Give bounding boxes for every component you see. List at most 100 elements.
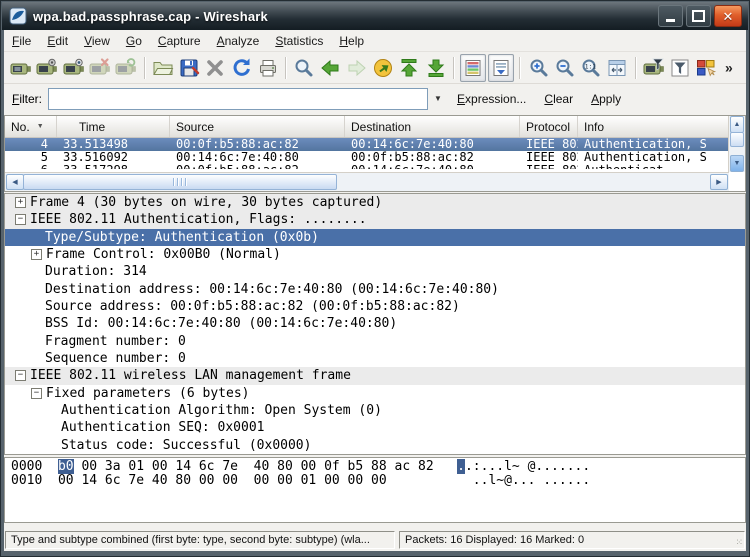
column-header-source[interactable]: Source: [170, 116, 345, 137]
find-packet-button[interactable]: [291, 54, 317, 82]
scroll-down-button[interactable]: ▼: [730, 155, 744, 172]
autoscroll-button[interactable]: [488, 54, 514, 82]
vertical-scroll-thumb[interactable]: [730, 132, 744, 147]
detail-row[interactable]: +Frame Control: 0x00B0 (Normal): [5, 246, 745, 263]
packet-row-6[interactable]: 633.51729800:0f:b5:88:ac:8200:14:6c:7e:4…: [5, 164, 745, 169]
clear-button[interactable]: Clear: [535, 89, 582, 109]
title-bar[interactable]: wpa.bad.passphrase.cap - Wireshark ✕: [2, 2, 748, 30]
menu-help[interactable]: Help: [331, 32, 372, 50]
detail-row[interactable]: Source address: 00:0f:b5:88:ac:82 (00:0f…: [5, 298, 745, 315]
resize-grip[interactable]: ⁙: [735, 537, 744, 548]
menu-capture[interactable]: Capture: [150, 32, 209, 50]
menu-edit[interactable]: Edit: [39, 32, 76, 50]
detail-row[interactable]: Fragment number: 0: [5, 333, 745, 350]
minimize-button[interactable]: [658, 5, 683, 27]
column-header-time[interactable]: Time: [57, 116, 170, 137]
status-bar: Type and subtype combined (first byte: t…: [4, 528, 746, 551]
capture-restart-button[interactable]: [113, 54, 139, 82]
save-file-button[interactable]: [176, 54, 202, 82]
column-header-info[interactable]: Info: [578, 116, 733, 137]
hex-row-0000[interactable]: 0000 b0 00 3a 01 00 14 6c 7e 40 80 00 0f…: [5, 460, 745, 474]
detail-row[interactable]: −IEEE 802.11 wireless LAN management fra…: [5, 367, 745, 384]
goto-packet-button[interactable]: [370, 54, 396, 82]
detail-row[interactable]: Sequence number: 0: [5, 350, 745, 367]
colorize-button[interactable]: [460, 54, 486, 82]
print-icon: [256, 56, 280, 80]
scroll-right-button[interactable]: ▶: [710, 174, 728, 190]
coloring-rules-button[interactable]: [693, 54, 719, 82]
capture-options-button[interactable]: [34, 54, 60, 82]
open-file-button[interactable]: [150, 54, 176, 82]
detail-row[interactable]: Authentication SEQ: 0x0001: [5, 419, 745, 436]
scroll-up-button[interactable]: ▲: [730, 116, 744, 133]
resize-columns-button[interactable]: [604, 54, 630, 82]
collapse-icon[interactable]: −: [31, 388, 42, 399]
list-interfaces-button[interactable]: [8, 54, 34, 82]
detail-text: Duration: 314: [45, 263, 147, 280]
toolbar-separator: [635, 57, 637, 79]
packet-cell-proto: IEEE 802: [520, 151, 578, 164]
column-header-no[interactable]: No.▼: [5, 116, 57, 137]
menu-go[interactable]: Go: [118, 32, 150, 50]
detail-row[interactable]: −IEEE 802.11 Authentication, Flags: ....…: [5, 211, 745, 228]
filter-bar: Filter: ▼ Expression... Clear Apply: [4, 84, 746, 113]
collapse-icon[interactable]: −: [15, 214, 26, 225]
autoscroll-icon: [489, 56, 513, 80]
capture-start-button[interactable]: [61, 54, 87, 82]
sort-indicator-icon: ▼: [37, 123, 44, 130]
go-bottom-button[interactable]: [423, 54, 449, 82]
capture-options-icon: [35, 56, 59, 80]
expand-icon[interactable]: +: [15, 197, 26, 208]
zoom-100-button[interactable]: 1:1: [578, 54, 604, 82]
menu-analyze[interactable]: Analyze: [209, 32, 268, 50]
expand-icon[interactable]: +: [31, 249, 42, 260]
zoom-in-button[interactable]: [525, 54, 551, 82]
packet-row-5[interactable]: 533.51609200:14:6c:7e:40:8000:0f:b5:88:a…: [5, 151, 745, 164]
column-header-destination[interactable]: Destination: [345, 116, 520, 137]
zoom-out-button[interactable]: [552, 54, 578, 82]
capture-filter-button[interactable]: [641, 54, 667, 82]
go-back-button[interactable]: [317, 54, 343, 82]
column-header-protocol[interactable]: Protocol: [520, 116, 578, 137]
menu-statistics[interactable]: Statistics: [267, 32, 331, 50]
filter-input[interactable]: [48, 88, 428, 110]
detail-row[interactable]: Authentication Algorithm: Open System (0…: [5, 402, 745, 419]
packet-cell-dst: 00:0f:b5:88:ac:82: [345, 151, 520, 164]
detail-row[interactable]: Duration: 314: [5, 263, 745, 280]
menu-file[interactable]: File: [4, 32, 39, 50]
close-button[interactable]: ✕: [714, 5, 742, 27]
detail-row[interactable]: Type/Subtype: Authentication (0x0b): [5, 229, 745, 246]
print-button[interactable]: [255, 54, 281, 82]
capture-stop-button[interactable]: [87, 54, 113, 82]
horizontal-scroll-thumb[interactable]: [23, 174, 337, 190]
expression-button[interactable]: Expression...: [448, 89, 535, 109]
packet-row-4[interactable]: 433.51349800:0f:b5:88:ac:8200:14:6c:7e:4…: [5, 138, 745, 151]
display-filter-icon: [668, 56, 692, 80]
detail-row[interactable]: −Fixed parameters (6 bytes): [5, 385, 745, 402]
packet-list-vertical-scrollbar[interactable]: ▲ ▼: [728, 116, 745, 172]
detail-row[interactable]: +Frame 4 (30 bytes on wire, 30 bytes cap…: [5, 194, 745, 211]
hex-bytes: 00 3a 01 00 14 6c 7e 40 80 00 0f b5 88 a…: [74, 459, 458, 474]
detail-row[interactable]: Destination address: 00:14:6c:7e:40:80 (…: [5, 281, 745, 298]
go-top-button[interactable]: [396, 54, 422, 82]
hex-row-0010[interactable]: 0010 00 14 6c 7e 40 80 00 00 00 00 01 00…: [5, 474, 745, 488]
display-filter-button[interactable]: [667, 54, 693, 82]
detail-row[interactable]: BSS Id: 00:14:6c:7e:40:80 (00:14:6c:7e:4…: [5, 315, 745, 332]
packet-list-horizontal-scrollbar[interactable]: ◀ ▶: [5, 172, 729, 191]
close-file-button[interactable]: [202, 54, 228, 82]
scroll-left-button[interactable]: ◀: [6, 174, 24, 190]
overflow-button[interactable]: »: [720, 54, 746, 82]
capture-filter-icon: [642, 56, 666, 80]
filter-dropdown-button[interactable]: ▼: [428, 89, 448, 109]
packet-cell-num: 4: [5, 138, 57, 151]
collapse-icon[interactable]: −: [15, 370, 26, 381]
colorize-icon: [461, 56, 485, 80]
maximize-button[interactable]: [686, 5, 711, 27]
detail-row[interactable]: Status code: Successful (0x0000): [5, 437, 745, 454]
go-forward-button[interactable]: [344, 54, 370, 82]
menu-view[interactable]: View: [76, 32, 118, 50]
apply-button[interactable]: Apply: [582, 89, 630, 109]
reload-button[interactable]: [228, 54, 254, 82]
detail-text: IEEE 802.11 wireless LAN management fram…: [30, 367, 351, 384]
main-toolbar: 1:1 »: [4, 52, 746, 84]
